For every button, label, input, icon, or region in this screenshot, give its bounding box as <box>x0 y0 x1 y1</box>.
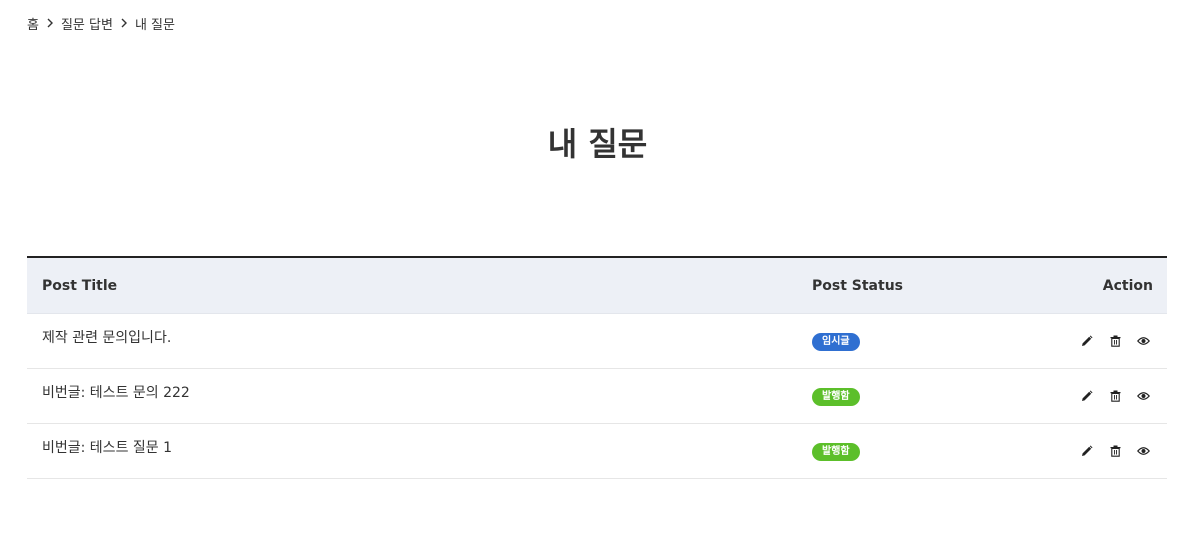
chevron-right-icon <box>113 14 135 32</box>
page-title: 내 질문 <box>547 125 648 163</box>
trash-icon[interactable] <box>1107 333 1123 349</box>
table-row: 비번글: 테스트 문의 222 발행함 <box>27 369 1167 424</box>
breadcrumb: 홈 질문 답변 내 질문 <box>27 14 175 33</box>
status-badge: 발행함 <box>812 387 860 406</box>
pencil-icon[interactable] <box>1079 388 1095 404</box>
chevron-right-icon <box>39 14 61 32</box>
post-title[interactable]: 제작 관련 문의입니다. <box>27 327 797 347</box>
trash-icon[interactable] <box>1107 388 1123 404</box>
questions-table: Post Title Post Status Action 제작 관련 문의입니… <box>27 256 1167 479</box>
table-row: 비번글: 테스트 질문 1 발행함 <box>27 424 1167 479</box>
eye-icon[interactable] <box>1135 388 1151 404</box>
row-actions <box>1017 333 1153 349</box>
row-actions <box>1017 388 1153 404</box>
eye-icon[interactable] <box>1135 443 1151 459</box>
eye-icon[interactable] <box>1135 333 1151 349</box>
breadcrumb-qna[interactable]: 질문 답변 <box>61 14 113 33</box>
page: 홈 질문 답변 내 질문 내 질문 Post Title Post Status… <box>0 0 1199 554</box>
post-title[interactable]: 비번글: 테스트 질문 1 <box>27 437 797 457</box>
breadcrumb-home[interactable]: 홈 <box>27 14 39 33</box>
status-badge: 발행함 <box>812 442 860 461</box>
status-badge: 임시글 <box>812 332 860 351</box>
table-header: Post Title Post Status Action <box>27 258 1167 314</box>
pencil-icon[interactable] <box>1079 443 1095 459</box>
pencil-icon[interactable] <box>1079 333 1095 349</box>
row-actions <box>1017 443 1153 459</box>
table-row: 제작 관련 문의입니다. 임시글 <box>27 314 1167 369</box>
header-action: Action <box>1102 277 1153 294</box>
header-post-status: Post Status <box>812 277 903 294</box>
trash-icon[interactable] <box>1107 443 1123 459</box>
breadcrumb-current: 내 질문 <box>134 17 175 33</box>
header-post-title: Post Title <box>42 277 118 294</box>
post-title[interactable]: 비번글: 테스트 문의 222 <box>27 382 797 402</box>
